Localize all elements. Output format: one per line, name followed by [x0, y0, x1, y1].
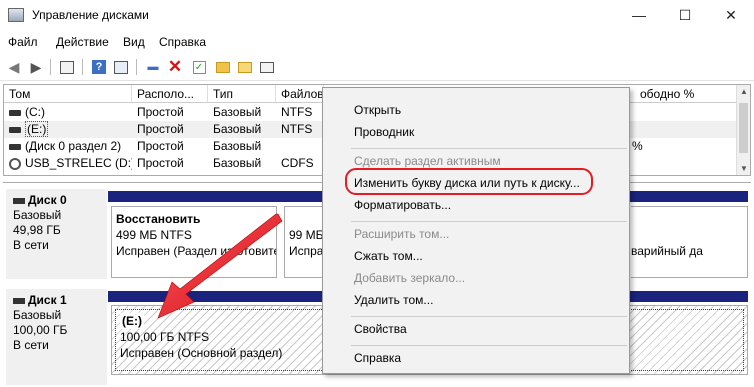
- menu-item-explorer[interactable]: Проводник: [354, 124, 414, 140]
- cell-filesystem: CDFS: [281, 156, 314, 170]
- column-volume[interactable]: Том: [4, 85, 132, 103]
- menu-action[interactable]: Действие: [56, 35, 109, 49]
- partition-c[interactable]: варийный да: [631, 206, 748, 278]
- column-layout[interactable]: Располо...: [132, 85, 208, 103]
- cell-filesystem: NTFS: [281, 105, 313, 119]
- volume-name: (Диск 0 раздел 2): [25, 139, 122, 153]
- partition-status: варийный да: [631, 244, 703, 258]
- connect-icon[interactable]: ▬: [144, 58, 162, 76]
- partition-recovery[interactable]: Восстановить 499 МБ NTFS Исправен (Разде…: [111, 206, 277, 278]
- disk-name: Диск 1: [28, 293, 67, 307]
- partition-size: 499 МБ NTFS: [116, 228, 192, 242]
- menu-item-help[interactable]: Справка: [354, 350, 401, 366]
- partition-status: Исправен (Раздел изготовите: [116, 244, 277, 258]
- column-filesystem[interactable]: Файлов...: [276, 85, 324, 103]
- forward-arrow-icon[interactable]: ▶: [27, 58, 45, 76]
- menu-separator: [351, 221, 627, 222]
- scroll-up-icon[interactable]: ▲: [740, 87, 748, 96]
- cd-drive-icon: [9, 157, 21, 170]
- volume-name: USB_STRELEC (D:): [25, 156, 132, 170]
- menu-separator: [351, 148, 627, 149]
- column-free-percent[interactable]: ободно %: [632, 85, 737, 103]
- cell-type: Базовый: [213, 139, 262, 153]
- volume-list-scrollbar[interactable]: ▲ ▼: [736, 85, 750, 175]
- toolbar-separator: [50, 59, 51, 75]
- check-icon[interactable]: ✓: [190, 58, 208, 76]
- window-title: Управление дисками: [32, 8, 149, 22]
- disk-management-app-icon: [8, 8, 24, 22]
- cell-filesystem: NTFS: [281, 122, 313, 136]
- cell-volume: (C:): [4, 104, 132, 121]
- folder-up-icon[interactable]: [214, 58, 232, 76]
- menu-separator: [351, 345, 627, 346]
- scroll-down-icon[interactable]: ▼: [740, 164, 748, 173]
- cell-layout: Простой: [137, 156, 184, 170]
- volume-name: (E:): [25, 121, 49, 137]
- volume-name: (C:): [25, 105, 45, 119]
- cell-type: Базовый: [213, 122, 262, 136]
- disk-kind: Базовый: [13, 308, 62, 322]
- minimize-button[interactable]: —: [616, 0, 662, 31]
- disk-name: Диск 0: [28, 193, 67, 207]
- disk-status: В сети: [13, 238, 49, 252]
- disk-icon: [13, 297, 25, 304]
- drive-icon: [9, 109, 21, 116]
- search-folder-icon[interactable]: [236, 58, 254, 76]
- disk-size: 100,00 ГБ: [13, 323, 68, 337]
- scrollbar-thumb[interactable]: [739, 103, 748, 153]
- menu-item-change-drive-letter[interactable]: Изменить букву диска или путь к диску...: [354, 175, 580, 191]
- cell-layout: Простой: [137, 139, 184, 153]
- disk-size: 49,98 ГБ: [13, 223, 61, 237]
- close-button[interactable]: ✕: [708, 0, 754, 31]
- menu-item-format[interactable]: Форматировать...: [354, 197, 451, 213]
- partition-name: (E:): [120, 313, 144, 329]
- menu-item-delete-volume[interactable]: Удалить том...: [354, 292, 433, 308]
- menu-separator: [351, 316, 627, 317]
- toolbar-separator: [82, 59, 83, 75]
- cell-volume: USB_STRELEC (D:): [4, 155, 132, 172]
- cell-layout: Простой: [137, 105, 184, 119]
- properties-icon[interactable]: [112, 58, 130, 76]
- disk-0-info[interactable]: Диск 0 Базовый 49,98 ГБ В сети: [6, 189, 107, 279]
- menu-item-shrink-volume[interactable]: Сжать том...: [354, 248, 423, 264]
- toolbar-separator: [136, 59, 137, 75]
- menu-item-open[interactable]: Открыть: [354, 102, 401, 118]
- cell-free-percent: %: [632, 139, 643, 153]
- context-menu: Открыть Проводник Сделать раздел активны…: [322, 87, 630, 374]
- help-icon[interactable]: ?: [90, 58, 108, 76]
- back-arrow-icon[interactable]: ◀: [5, 58, 23, 76]
- delete-icon[interactable]: ✕: [166, 57, 184, 76]
- cell-layout: Простой: [137, 122, 184, 136]
- drive-icon: [9, 126, 21, 133]
- menu-item-properties[interactable]: Свойства: [354, 321, 407, 337]
- menu-bar: Файл Действие Вид Справка: [0, 31, 754, 53]
- cell-type: Базовый: [213, 156, 262, 170]
- toolbar: ◀ ▶ ? ▬ ✕ ✓: [0, 53, 754, 81]
- drive-icon: [9, 143, 21, 150]
- cell-type: Базовый: [213, 105, 262, 119]
- column-type[interactable]: Тип: [208, 85, 276, 103]
- disk-1-info[interactable]: Диск 1 Базовый 100,00 ГБ В сети: [6, 289, 107, 385]
- partition-name: Восстановить: [116, 212, 201, 226]
- menu-item-mark-active: Сделать раздел активным: [354, 154, 501, 168]
- title-bar: Управление дисками — ☐ ✕: [0, 0, 754, 31]
- cell-volume: (E:): [4, 121, 132, 138]
- list-view-icon[interactable]: [258, 58, 276, 76]
- menu-view[interactable]: Вид: [123, 35, 145, 49]
- cell-filesystem: [276, 138, 324, 155]
- menu-item-extend-volume: Расширить том...: [354, 227, 450, 241]
- menu-file[interactable]: Файл: [8, 35, 38, 49]
- menu-item-add-mirror: Добавить зеркало...: [354, 271, 466, 285]
- grid-view-icon[interactable]: [58, 58, 76, 76]
- menu-help[interactable]: Справка: [159, 35, 206, 49]
- disk-status: В сети: [13, 338, 49, 352]
- cell-volume: (Диск 0 раздел 2): [4, 138, 132, 155]
- maximize-button[interactable]: ☐: [662, 0, 708, 31]
- disk-kind: Базовый: [13, 208, 62, 222]
- disk-icon: [13, 197, 25, 204]
